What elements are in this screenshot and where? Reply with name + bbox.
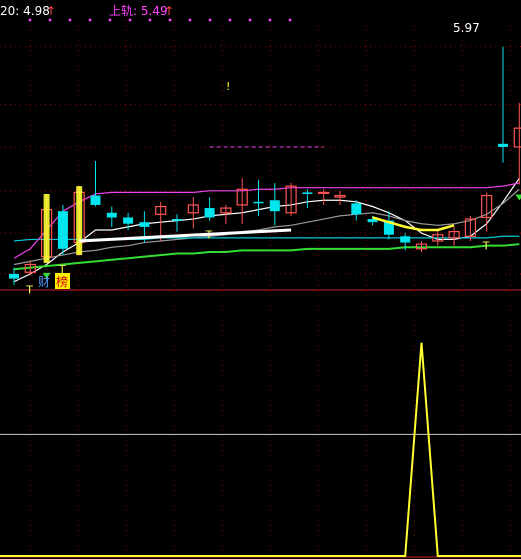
header-dot	[128, 18, 132, 22]
header-dot	[28, 18, 32, 22]
consolidation-line	[79, 228, 292, 243]
series-line-lower_green	[13, 243, 520, 271]
candle-body-down	[498, 143, 508, 147]
signal-markers: TTTT	[25, 146, 521, 296]
header-dot	[108, 18, 112, 22]
candle-body-down	[400, 236, 411, 243]
candlesticks	[9, 46, 521, 285]
header-dot	[48, 18, 52, 22]
candle-body-up	[318, 191, 330, 194]
header-dot	[168, 18, 172, 22]
upper-arrow-icon: ↑	[164, 4, 174, 18]
candle-body-down	[351, 203, 362, 215]
candle-body-down	[269, 200, 280, 212]
t-marker: T	[482, 240, 490, 253]
header-dot	[248, 18, 252, 22]
candle-body-down	[302, 192, 313, 194]
series-line-ma_gray	[13, 188, 520, 266]
candle-body-down	[139, 222, 150, 227]
header-dot	[148, 18, 152, 22]
header-dot	[268, 18, 272, 22]
candle-body-down	[90, 195, 101, 205]
candle-body-down	[9, 273, 19, 279]
tag-bang: 榜	[56, 274, 68, 289]
candle-body-down	[57, 211, 68, 249]
candle-body-up	[513, 127, 521, 148]
buy-arrow-icon	[515, 194, 521, 201]
indicator-line	[0, 342, 521, 557]
grid-lines	[0, 18, 521, 558]
header-dot	[88, 18, 92, 22]
header-dot	[68, 18, 72, 22]
candle-body-down	[106, 212, 117, 218]
candle-body-down	[123, 217, 134, 224]
candle-body-down	[253, 201, 264, 204]
header-dot	[228, 18, 232, 22]
header-dot	[288, 18, 292, 22]
header-dot	[188, 18, 192, 22]
stock-chart: TTTT 20: 4.98 ↑ 上轨: 5.49 ↑ 5.97 财 榜 !	[0, 4, 521, 558]
indicator-panel	[0, 342, 521, 557]
candle-body-down	[172, 219, 182, 221]
ma-arrow-icon: ↑	[46, 4, 56, 18]
high-price-label: 5.97	[453, 21, 480, 35]
t-marker: T	[25, 283, 33, 296]
excl-marker: !	[226, 80, 230, 93]
signal-bar	[76, 186, 83, 256]
header-dot	[208, 18, 212, 22]
candle-body-down	[204, 208, 215, 218]
ma-label: 20: 4.98	[0, 4, 50, 18]
signal-bar	[43, 193, 50, 263]
upper-band-label: 上轨: 5.49	[109, 4, 168, 18]
tag-cai: 财	[38, 275, 50, 289]
